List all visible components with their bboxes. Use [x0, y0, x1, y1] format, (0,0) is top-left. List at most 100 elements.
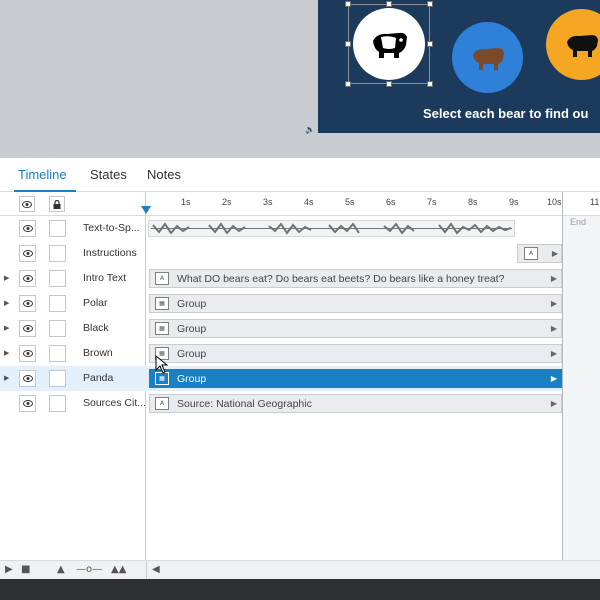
waveform-graphic — [151, 222, 512, 235]
timeline-bar[interactable]: ▦ Group ▶ — [149, 319, 562, 338]
timeline-bottom-bar: ▶ ■ ▲ —o— ▲▲ ◀ — [0, 560, 600, 579]
lock-toggle[interactable] — [49, 220, 66, 237]
bar-label: Group — [177, 322, 207, 335]
lock-toggle[interactable] — [49, 395, 66, 412]
track-intro-text[interactable]: A What DO bears eat? Do bears eat beets?… — [146, 266, 562, 291]
layer-label: Intro Text — [83, 272, 126, 284]
lock-toggle[interactable] — [49, 295, 66, 312]
layer-row-panda[interactable]: ▶ Panda — [0, 366, 146, 391]
tick-label: 5s — [345, 197, 355, 207]
layer-label: Text-to-Sp... — [83, 222, 140, 234]
end-marker-line[interactable] — [562, 192, 563, 560]
lock-toggle[interactable] — [49, 270, 66, 287]
layer-label: Sources Cit... — [83, 397, 145, 409]
bar-arrow-icon[interactable]: ▶ — [551, 324, 557, 333]
brown-bear-button[interactable] — [452, 22, 523, 93]
bar-arrow-icon[interactable]: ▶ — [552, 249, 558, 258]
timeline-bar-selected[interactable]: ▦ Group ▶ — [149, 369, 562, 388]
layer-row-sources[interactable]: Sources Cit... — [0, 391, 146, 416]
layer-row-polar[interactable]: ▶ Polar — [0, 291, 146, 316]
expand-arrow-icon[interactable]: ▶ — [4, 324, 9, 332]
timeline-bar[interactable]: A Source: National Geographic ▶ — [149, 394, 562, 413]
speaker-icon: 🔈 — [305, 125, 315, 134]
resize-handle-mr[interactable] — [427, 41, 433, 47]
tick-label: 3s — [263, 197, 273, 207]
track-polar[interactable]: ▦ Group ▶ — [146, 291, 562, 316]
layer-row-text-to-speech[interactable]: Text-to-Sp... — [0, 216, 146, 241]
eye-icon[interactable] — [19, 345, 36, 362]
lock-all-icon[interactable] — [49, 196, 65, 212]
eye-icon[interactable] — [19, 320, 36, 337]
track-black[interactable]: ▦ Group ▶ — [146, 316, 562, 341]
track-brown[interactable]: ▦ Group ▶ — [146, 341, 562, 366]
zoom-slider[interactable]: —o— — [76, 564, 102, 575]
brown-bear-icon — [472, 47, 504, 70]
tick-label: 6s — [386, 197, 396, 207]
tab-timeline[interactable]: Timeline — [18, 167, 67, 182]
resize-handle-ml[interactable] — [345, 41, 351, 47]
tick-label: 9s — [509, 197, 519, 207]
show-all-eye-icon[interactable] — [19, 196, 35, 212]
zoom-out-icon[interactable]: ▲ — [57, 564, 65, 575]
eye-icon[interactable] — [19, 295, 36, 312]
timeline-bar[interactable]: A What DO bears eat? Do bears eat beets?… — [149, 269, 562, 288]
resize-handle-tr[interactable] — [427, 1, 433, 7]
track-instructions[interactable]: A ▶ — [146, 241, 562, 266]
time-ruler[interactable]: 1s 2s 3s 4s 5s 6s 7s 8s 9s 10s 11 — [141, 192, 600, 216]
lock-toggle[interactable] — [49, 245, 66, 262]
eye-icon[interactable] — [19, 220, 36, 237]
resize-handle-br[interactable] — [427, 81, 433, 87]
slide-instruction-text: Select each bear to find ou — [423, 106, 589, 121]
lock-toggle[interactable] — [49, 345, 66, 362]
lock-toggle[interactable] — [49, 320, 66, 337]
layer-row-black[interactable]: ▶ Black — [0, 316, 146, 341]
timeline-bar[interactable]: A ▶ — [517, 244, 562, 263]
expand-arrow-icon[interactable]: ▶ — [4, 374, 9, 382]
stop-icon[interactable]: ■ — [21, 564, 30, 575]
audio-waveform[interactable] — [148, 220, 515, 237]
timeline-bar[interactable]: ▦ Group ▶ — [149, 294, 562, 313]
horizontal-scrollbar[interactable]: ◀ — [146, 561, 600, 579]
eye-icon[interactable] — [19, 395, 36, 412]
resize-handle-tc[interactable] — [386, 1, 392, 7]
eye-icon[interactable] — [19, 370, 36, 387]
bar-arrow-icon[interactable]: ▶ — [551, 299, 557, 308]
resize-handle-bl[interactable] — [345, 81, 351, 87]
tab-states[interactable]: States — [90, 167, 127, 182]
tick-label: 4s — [304, 197, 314, 207]
expand-arrow-icon[interactable]: ▶ — [4, 274, 9, 282]
timeline-bar[interactable]: ▦ Group ▶ — [149, 344, 562, 363]
track-sources[interactable]: A Source: National Geographic ▶ — [146, 391, 562, 416]
expand-arrow-icon[interactable]: ▶ — [4, 349, 9, 357]
black-bear-button[interactable] — [546, 9, 600, 80]
resize-handle-tl[interactable] — [345, 1, 351, 7]
group-icon: ▦ — [155, 322, 169, 335]
playhead-marker[interactable] — [141, 206, 151, 214]
layer-row-instructions[interactable]: Instructions — [0, 241, 146, 266]
bar-arrow-icon[interactable]: ▶ — [551, 349, 557, 358]
eye-icon[interactable] — [19, 245, 36, 262]
lock-toggle[interactable] — [49, 370, 66, 387]
stage-area: Select each bear to find ou 🔈 — [0, 0, 600, 158]
group-icon: ▦ — [155, 297, 169, 310]
bar-arrow-icon[interactable]: ▶ — [551, 274, 557, 283]
layer-row-brown[interactable]: ▶ Brown — [0, 341, 146, 366]
tab-notes[interactable]: Notes — [147, 167, 181, 182]
eye-icon[interactable] — [19, 270, 36, 287]
resize-handle-bc[interactable] — [386, 81, 392, 87]
expand-arrow-icon[interactable]: ▶ — [4, 299, 9, 307]
track-panda[interactable]: ▦ Group ▶ — [146, 366, 562, 391]
play-icon[interactable]: ▶ — [5, 564, 13, 575]
layer-label: Instructions — [83, 247, 137, 259]
zoom-in-icon[interactable]: ▲▲ — [111, 564, 126, 575]
timeline-panel: Text-to-Sp... Instructions ▶ Intro Text … — [0, 192, 600, 560]
layer-label: Brown — [83, 347, 113, 359]
scroll-left-icon[interactable]: ◀ — [152, 564, 160, 575]
selection-box[interactable] — [348, 4, 430, 84]
end-region — [563, 216, 600, 560]
track-text-to-speech[interactable] — [146, 216, 562, 241]
layer-row-intro-text[interactable]: ▶ Intro Text — [0, 266, 146, 291]
bar-arrow-icon[interactable]: ▶ — [551, 399, 557, 408]
bar-arrow-icon[interactable]: ▶ — [551, 374, 557, 383]
track-area[interactable]: 1s 2s 3s 4s 5s 6s 7s 8s 9s 10s 11 End A … — [141, 192, 600, 560]
